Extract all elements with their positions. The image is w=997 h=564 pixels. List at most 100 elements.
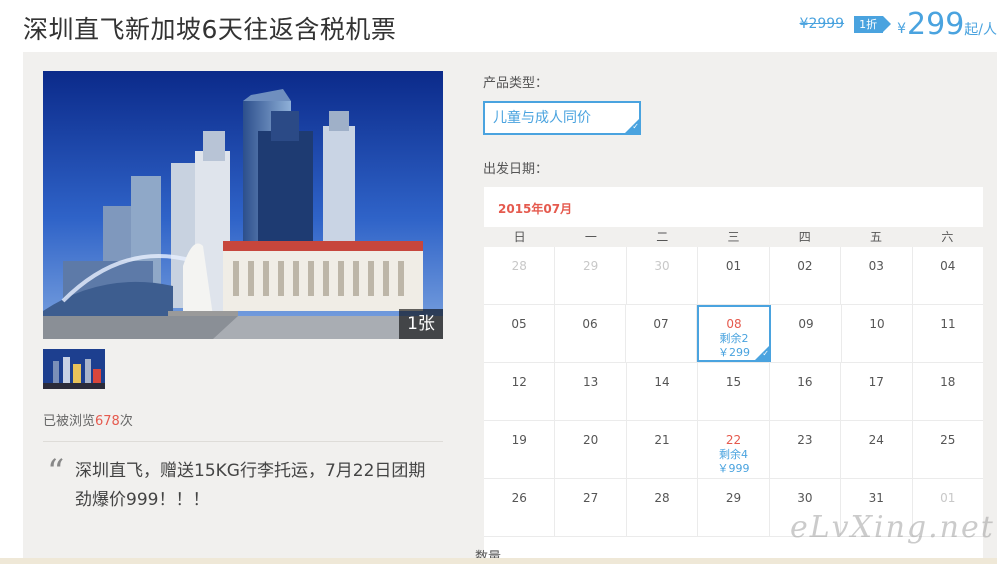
calendar-day-number: 30 (654, 259, 670, 273)
price-area: ¥2999 1折 ¥ 299 起/人 (799, 7, 997, 42)
calendar-day: 09 (771, 305, 842, 362)
day-price: ￥999 (717, 462, 750, 475)
calendar-day-number: 25 (940, 433, 956, 447)
calendar-day: 11 (913, 305, 983, 362)
calendar-day: 04 (913, 247, 983, 304)
thumbnail-photo[interactable] (43, 349, 105, 389)
photo-count-badge: 1张 (399, 309, 443, 339)
calendar-day: 28 (484, 247, 556, 304)
calendar-weekday-header: 日一二三四五六 (484, 227, 983, 247)
weekday-5: 五 (870, 230, 883, 244)
calendar-day: 16 (770, 363, 842, 420)
calendar-day: 28 (627, 479, 699, 536)
product-type-option-selected[interactable]: 儿童与成人同价 (483, 101, 641, 135)
calendar-day-number: 11 (940, 317, 956, 331)
view-count-number: 678 (95, 414, 120, 429)
calendar-week-row: 12 13 14 15 16 17 18 (484, 363, 983, 421)
calendar-day-number: 15 (725, 375, 742, 389)
calendar-day: 18 (913, 363, 983, 420)
calendar-day: 13 (555, 363, 627, 420)
calendar-day-number: 01 (940, 491, 956, 505)
calendar-grid: 2829300102030405060708剩余2￥29909101112131… (484, 247, 983, 537)
calendar-day: 14 (627, 363, 699, 420)
check-icon (625, 119, 639, 133)
calendar-day-number: 29 (582, 259, 599, 273)
weekday-6: 六 (941, 230, 954, 244)
calendar-day: 25 (913, 421, 983, 478)
product-highlight: 深圳直飞，赠送15KG行李托运，7月22日团期劲爆价999！！！ (75, 461, 426, 510)
calendar-day: 21 (627, 421, 699, 478)
calendar-day-number: 28 (511, 259, 527, 273)
departure-date-label: 出发日期： (483, 162, 549, 177)
calendar-day-number: 13 (582, 375, 599, 389)
calendar-day-number: 02 (797, 259, 813, 273)
currency-symbol: ¥ (897, 21, 907, 37)
calendar-day: 17 (841, 363, 913, 420)
calendar-day-number: 19 (511, 433, 527, 447)
calendar-day: 29 (555, 247, 627, 304)
weekday-4: 四 (798, 230, 811, 244)
calendar-day: 05 (484, 305, 555, 362)
calendar-day: 29 (698, 479, 770, 536)
calendar-day-number: 22 (725, 433, 742, 447)
calendar-day: 10 (842, 305, 913, 362)
calendar-day-number: 20 (582, 433, 599, 447)
watermark: eLvXing.net (790, 510, 995, 545)
quote-icon: “ (47, 452, 65, 492)
weekday-3: 三 (727, 230, 740, 244)
calendar-day-number: 29 (725, 491, 742, 505)
calendar-day: 06 (555, 305, 626, 362)
page-title: 深圳直飞新加坡6天往返含税机票 (23, 15, 397, 44)
product-type-label: 产品类型： (483, 76, 549, 91)
calendar-day-number: 06 (582, 317, 598, 331)
calendar-day-number: 10 (869, 317, 885, 331)
calendar-day: 01 (698, 247, 770, 304)
calendar-day-number: 04 (940, 259, 956, 273)
calendar-day-number: 16 (797, 375, 813, 389)
calendar-day-number: 07 (653, 317, 669, 331)
departure-calendar: 2015年07月 日一二三四五六 28 29 30 01 02 03 04 05 06 07 08 剩… (484, 187, 983, 564)
discount-badge: 1折 (854, 15, 892, 33)
bottom-band (0, 558, 997, 564)
calendar-day-number: 30 (797, 491, 813, 505)
selected-check-icon (755, 346, 769, 360)
thumbnail-image (43, 349, 105, 389)
calendar-day: 15 (698, 363, 770, 420)
original-price: ¥2999 (799, 16, 845, 32)
calendar-day: 30 (627, 247, 699, 304)
calendar-week-row: 28 29 30 01 02 03 04 (484, 247, 983, 305)
product-panel: 1张 已被浏览678次 “ 深圳直飞，赠送15KG行李托运，7月22日团期劲爆价… (23, 52, 997, 564)
calendar-day: 23 (770, 421, 842, 478)
calendar-day: 07 (626, 305, 697, 362)
view-count: 已被浏览678次 (43, 410, 133, 429)
calendar-day-available[interactable]: 22 剩余4 ￥999 (698, 421, 770, 478)
remaining-seats: 剩余4 (718, 448, 748, 461)
calendar-day: 03 (841, 247, 913, 304)
calendar-day: 24 (841, 421, 913, 478)
calendar-day: 12 (484, 363, 556, 420)
view-count-prefix: 已被浏览 (43, 414, 96, 429)
calendar-day-number: 03 (868, 259, 884, 273)
calendar-day: 02 (770, 247, 842, 304)
calendar-day-number: 21 (654, 433, 670, 447)
view-count-suffix: 次 (119, 414, 133, 429)
calendar-day-number: 24 (868, 433, 884, 447)
calendar-day-number: 08 (726, 317, 742, 331)
calendar-week-row: 05 06 07 08剩余2￥299 09 10 11 (484, 305, 983, 363)
calendar-day-number: 26 (511, 491, 527, 505)
calendar-month: 2015年07月 (498, 202, 573, 216)
calendar-day: 20 (555, 421, 627, 478)
calendar-day-number: 14 (654, 375, 670, 389)
calendar-day-number: 18 (940, 375, 956, 389)
calendar-day-available[interactable]: 08 剩余2 ￥299 (697, 305, 771, 362)
weekday-0: 日 (513, 230, 526, 244)
weekday-1: 一 (584, 230, 597, 244)
remaining-seats: 剩余2 (719, 332, 749, 345)
main-photo[interactable]: 1张 (43, 71, 443, 339)
calendar-day: 19 (484, 421, 556, 478)
calendar-day-number: 09 (798, 317, 814, 331)
calendar-day-number: 28 (654, 491, 670, 505)
price-suffix: 起/人 (964, 22, 997, 38)
calendar-day: 26 (484, 479, 556, 536)
weekday-2: 二 (656, 230, 669, 244)
